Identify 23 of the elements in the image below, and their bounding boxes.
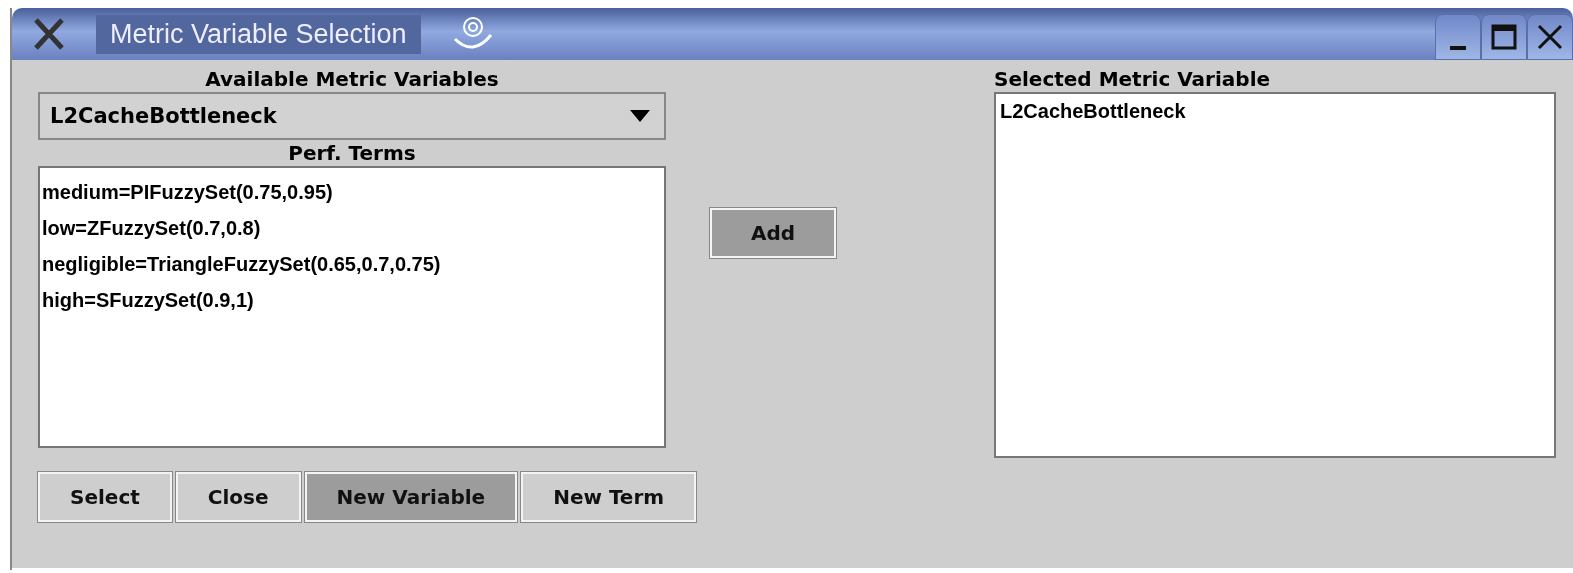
available-label: Available Metric Variables [204,66,500,92]
terms-label: Perf. Terms [287,140,417,166]
minimize-icon [1450,46,1466,50]
close-button[interactable] [1527,14,1573,60]
close-icon [1536,23,1564,51]
selected-item[interactable]: L2CacheBottleneck [1000,96,1186,126]
term-item[interactable]: low=ZFuzzySet(0.7,0.8) [42,210,261,246]
term-item[interactable]: medium=PIFuzzySet(0.75,0.95) [42,174,333,210]
add-button[interactable]: Add [710,208,836,258]
selected-label: Selected Metric Variable [994,66,1272,92]
window-title: Metric Variable Selection [96,14,421,54]
term-item[interactable]: high=SFuzzySet(0.9,1) [42,282,254,318]
dialog-button[interactable]: New Term [521,472,697,522]
variable-dropdown[interactable]: L2CacheBottleneck [38,92,666,140]
term-item[interactable]: negligible=TriangleFuzzySet(0.65,0.7,0.75) [42,246,441,282]
maximize-icon [1490,23,1518,51]
dialog-button[interactable]: Close [175,472,301,522]
x-logo-icon [32,18,66,50]
dialog-button[interactable]: New Variable [304,472,518,522]
minimize-button[interactable] [1435,14,1481,60]
maximize-button[interactable] [1481,14,1527,60]
dialog-button[interactable]: Select [38,472,172,522]
dropdown-arrow-icon [630,110,650,122]
